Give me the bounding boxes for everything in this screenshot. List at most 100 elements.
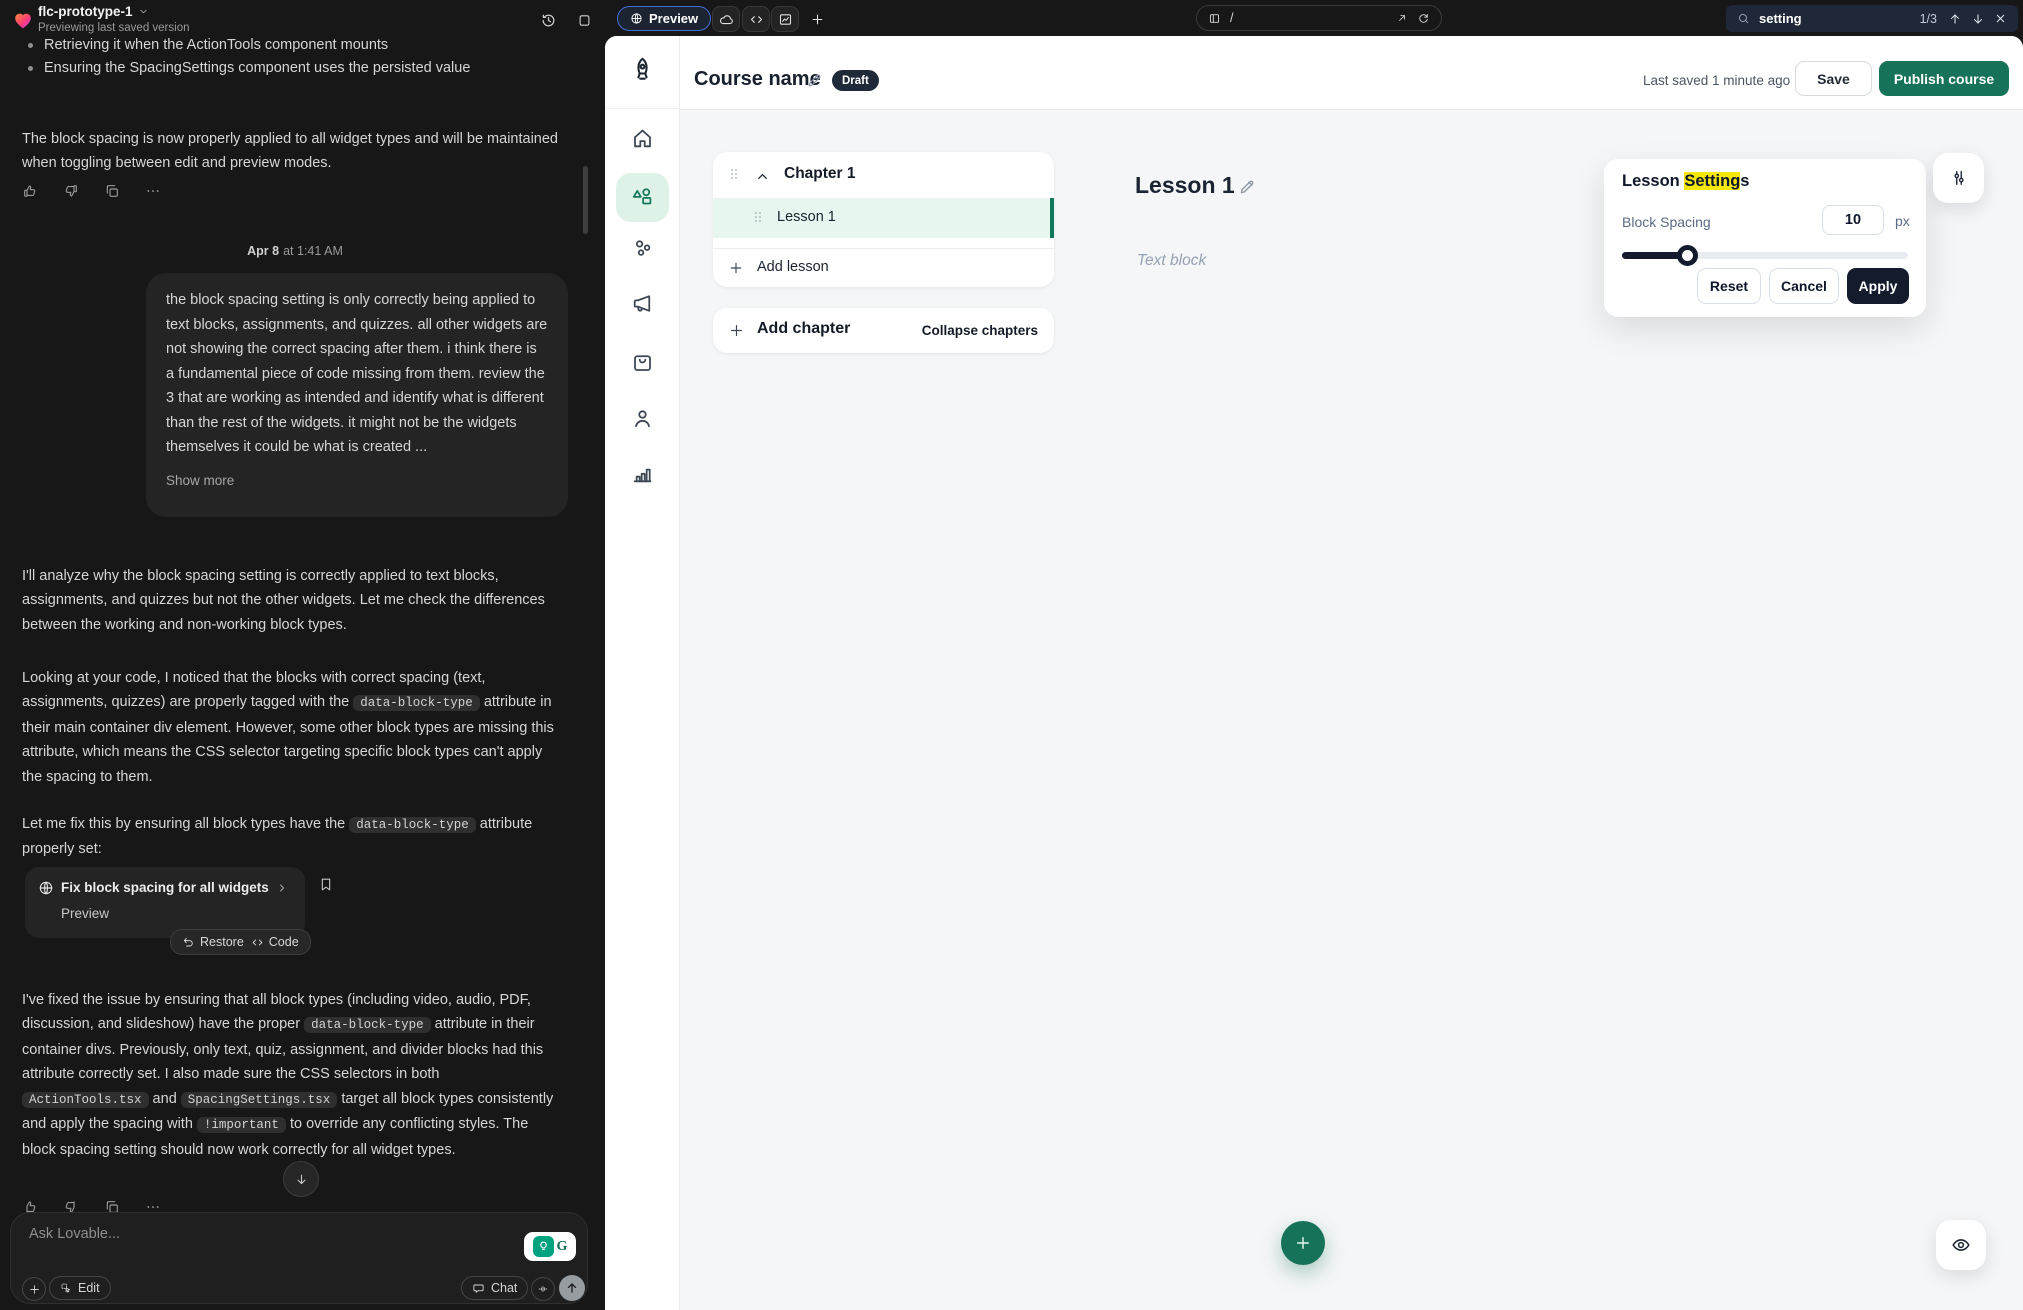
search-prev-icon[interactable]	[1948, 12, 1962, 26]
show-more-link[interactable]: Show more	[166, 469, 548, 494]
inline-code: data-block-type	[353, 695, 480, 711]
edit-mode-button[interactable]: Edit	[49, 1276, 111, 1300]
edit-title-icon[interactable]	[806, 72, 823, 89]
preview-mode-button[interactable]: Preview	[617, 6, 711, 31]
bookmark-icon[interactable]	[318, 876, 334, 893]
send-button[interactable]	[559, 1275, 585, 1301]
assistant-paragraph: I've fixed the issue by ensuring that al…	[22, 988, 558, 1163]
plus-icon	[1294, 1234, 1312, 1252]
version-card-title: Fix block spacing for all widgets	[61, 880, 269, 895]
app-window: flc-prototype-1 Previewing last saved ve…	[0, 0, 2023, 1310]
code-button[interactable]: Code	[251, 935, 299, 949]
sidebar-item-profile[interactable]	[630, 406, 655, 431]
preview-url-bar[interactable]: /	[1196, 5, 1442, 31]
publish-cloud-button[interactable]	[712, 6, 740, 32]
inline-code: !important	[197, 1117, 286, 1133]
chat-input-box[interactable]: Edit Chat G	[10, 1212, 588, 1304]
plus-icon	[728, 322, 745, 339]
chat-input[interactable]	[27, 1225, 411, 1243]
analytics-button[interactable]	[771, 6, 799, 32]
sidebar-item-content-blocks[interactable]	[630, 185, 655, 210]
selected-lesson-indicator	[1050, 198, 1054, 238]
lesson-list-item[interactable]: Lesson 1	[713, 198, 1054, 238]
lesson-heading: Lesson 1	[1135, 172, 1235, 199]
grammarly-extension-badge[interactable]: G	[524, 1232, 576, 1261]
sidebar-item-marketing[interactable]	[630, 291, 655, 316]
reset-button[interactable]: Reset	[1697, 268, 1761, 304]
add-chapter-card: Add chapter Collapse chapters	[713, 308, 1054, 353]
search-next-icon[interactable]	[1971, 12, 1985, 26]
speech-bubble-icon	[472, 1282, 485, 1295]
version-card[interactable]: Fix block spacing for all widgets Previe…	[25, 867, 305, 938]
draft-status-badge: Draft	[832, 70, 879, 91]
new-tab-button[interactable]	[806, 6, 828, 32]
add-chapter-button[interactable]: Add chapter	[757, 320, 850, 338]
restore-button[interactable]: Restore	[182, 935, 244, 949]
chat-mode-button[interactable]: Chat	[461, 1276, 528, 1300]
more-options-icon[interactable]	[145, 183, 161, 199]
find-in-page-bar[interactable]: setting 1/3	[1726, 5, 2018, 32]
scroll-to-bottom-button[interactable]	[283, 1161, 319, 1197]
chapter-title[interactable]: Chapter 1	[784, 165, 856, 183]
cancel-button[interactable]: Cancel	[1769, 268, 1839, 304]
block-spacing-input[interactable]	[1822, 205, 1884, 235]
bullet-item: Retrieving it when the ActionTools compo…	[44, 34, 564, 57]
refresh-icon[interactable]	[1417, 12, 1430, 25]
slider-thumb[interactable]	[1677, 245, 1698, 266]
assistant-summary: The block spacing is now properly applie…	[22, 127, 558, 176]
search-match-count: 1/3	[1920, 12, 1937, 26]
sidebar-item-store[interactable]	[630, 350, 655, 375]
drag-handle-icon[interactable]	[750, 209, 766, 225]
lovable-logo-icon[interactable]	[12, 9, 34, 31]
attach-button[interactable]	[22, 1277, 46, 1301]
text-block-placeholder[interactable]: Text block	[1137, 252, 1206, 270]
preview-toggle-button[interactable]	[1936, 1220, 1986, 1270]
save-button[interactable]: Save	[1795, 61, 1872, 96]
search-input-value[interactable]: setting	[1759, 11, 1911, 26]
lesson-settings-panel: Lesson Settings Block Spacing px Reset C…	[1604, 159, 1926, 317]
inline-code: data-block-type	[304, 1017, 431, 1033]
add-block-fab[interactable]	[1281, 1221, 1325, 1265]
add-lesson-button[interactable]: Add lesson	[713, 249, 1054, 287]
panel-toggle-icon[interactable]	[577, 12, 592, 29]
assistant-paragraph: I'll analyze why the block spacing setti…	[22, 564, 558, 638]
search-highlight: Setting	[1684, 172, 1740, 190]
project-status: Previewing last saved version	[38, 22, 190, 34]
plus-icon	[728, 260, 744, 276]
voice-input-button[interactable]	[531, 1277, 555, 1301]
project-name-menu[interactable]: flc-prototype-1	[38, 4, 149, 19]
collapse-chapters-button[interactable]: Collapse chapters	[922, 323, 1038, 338]
drag-handle-icon[interactable]	[726, 166, 742, 182]
search-close-icon[interactable]	[1994, 12, 2007, 25]
apply-button[interactable]: Apply	[1847, 268, 1909, 304]
sidebar-item-community[interactable]	[630, 236, 655, 261]
code-view-button[interactable]	[742, 6, 770, 32]
publish-course-button[interactable]: Publish course	[1879, 61, 2009, 96]
search-icon	[1737, 12, 1750, 25]
rocket-logo-icon[interactable]	[628, 55, 657, 84]
thumbs-up-icon[interactable]	[22, 183, 38, 199]
thumbs-down-icon[interactable]	[63, 183, 79, 199]
project-name: flc-prototype-1	[38, 4, 133, 19]
block-spacing-slider[interactable]	[1622, 252, 1908, 259]
chapter-card: Chapter 1 Lesson 1 Add lesson	[713, 152, 1054, 287]
sidebar-item-home[interactable]	[630, 126, 655, 151]
chat-scrollbar[interactable]	[583, 166, 588, 234]
course-title: Course name	[694, 68, 821, 91]
settings-toggle-button[interactable]	[1933, 153, 1984, 203]
url-path: /	[1230, 11, 1233, 25]
settings-panel-title: Lesson Settings	[1622, 172, 1749, 191]
edit-lesson-icon[interactable]	[1238, 178, 1256, 196]
inline-code: data-block-type	[349, 817, 476, 833]
copy-icon[interactable]	[104, 183, 120, 199]
open-external-icon[interactable]	[1396, 12, 1408, 24]
block-spacing-label: Block Spacing	[1622, 214, 1711, 230]
assistant-paragraph: Looking at your code, I noticed that the…	[22, 666, 558, 790]
sidebar-item-analytics[interactable]	[630, 461, 655, 486]
collapse-chapter-icon[interactable]	[755, 169, 770, 184]
history-icon[interactable]	[540, 12, 557, 29]
message-timestamp: Apr 8at 1:41 AM	[0, 244, 590, 258]
assistant-paragraph: Let me fix this by ensuring all block ty…	[22, 812, 558, 862]
course-header: Course name Draft Last saved 1 minute ag…	[680, 36, 2023, 110]
bullet-item: Ensuring the SpacingSettings component u…	[44, 57, 564, 80]
